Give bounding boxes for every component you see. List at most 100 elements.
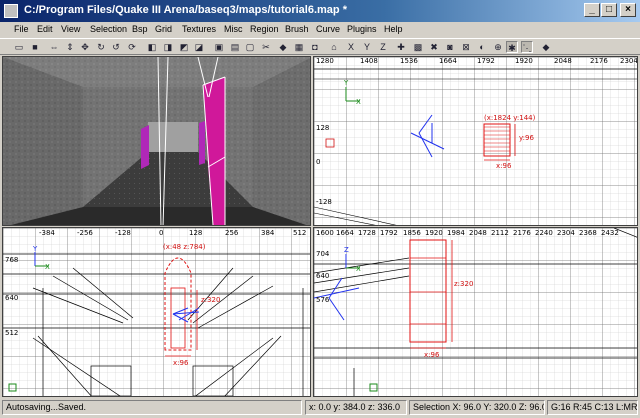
camera-render bbox=[3, 57, 310, 225]
status-selection-size: Selection X: 96.0 Y: 320.0 Z: 96.0 bbox=[409, 400, 545, 415]
menu-grid[interactable]: Grid bbox=[155, 24, 172, 34]
ruler-left-label: 768 bbox=[5, 256, 19, 264]
ruler-top-label: 0 bbox=[159, 229, 164, 237]
flip-z-icon[interactable]: ✥ bbox=[79, 41, 91, 53]
open-icon[interactable]: ▭ bbox=[13, 41, 25, 53]
status-message: Autosaving...Saved. bbox=[2, 400, 302, 415]
ruler-top-label: -384 bbox=[39, 229, 55, 237]
minimize-button[interactable]: _ bbox=[584, 3, 600, 17]
menu-selection[interactable]: Selection bbox=[90, 24, 127, 34]
ruler-top-label: 2176 bbox=[513, 229, 531, 237]
select-touching-icon[interactable]: ◨ bbox=[162, 41, 174, 53]
hollow-icon[interactable]: ▢ bbox=[244, 41, 256, 53]
rotate-z-icon[interactable]: ⟳ bbox=[126, 41, 138, 53]
cap-icon[interactable]: ◙ bbox=[444, 41, 456, 53]
texture-view-icon[interactable]: ▦ bbox=[293, 41, 305, 53]
ruler-top-label: 1920 bbox=[515, 57, 533, 65]
ruler-top-label: 512 bbox=[293, 229, 307, 237]
menu-misc[interactable]: Misc bbox=[224, 24, 243, 34]
flip-y-icon[interactable]: ⇕ bbox=[64, 41, 76, 53]
view-z-button[interactable]: Z bbox=[377, 41, 389, 53]
app-icon[interactable] bbox=[4, 4, 18, 18]
weld-icon[interactable]: ⊠ bbox=[460, 41, 472, 53]
axis-x-label: X bbox=[356, 98, 361, 106]
patch-icon[interactable]: ▩ bbox=[412, 41, 424, 53]
select-complete-icon[interactable]: ◧ bbox=[146, 41, 158, 53]
bend-icon[interactable]: ✖ bbox=[428, 41, 440, 53]
menu-bsp[interactable]: Bsp bbox=[132, 24, 148, 34]
ruler-top-label: 256 bbox=[225, 229, 239, 237]
ruler-top-label: 1664 bbox=[439, 57, 457, 65]
status-grid: G:16 R:45 C:13 L:MR bbox=[547, 400, 638, 415]
ruler-top-label: 2304 bbox=[620, 57, 638, 65]
ruler-top-label: 1600 bbox=[316, 229, 334, 237]
xz-view[interactable]: -384 -256 -128 0 128 256 384 512 768 640… bbox=[2, 227, 311, 397]
menu-curve[interactable]: Curve bbox=[316, 24, 340, 34]
ruler-top-label: 2048 bbox=[554, 57, 572, 65]
change-view-icon[interactable]: ◆ bbox=[277, 41, 289, 53]
save-icon[interactable]: ■ bbox=[29, 41, 41, 53]
camera-icon[interactable]: ◘ bbox=[309, 41, 321, 53]
ruler-top-label: 2112 bbox=[491, 229, 509, 237]
ruler-top-label: 2048 bbox=[469, 229, 487, 237]
selection-size-x: x:96 bbox=[173, 359, 189, 367]
show-angle-icon[interactable]: ✱ bbox=[506, 41, 518, 53]
selection-size-x: x:96 bbox=[496, 162, 512, 170]
menu-help[interactable]: Help bbox=[384, 24, 403, 34]
ruler-top-label: 1792 bbox=[477, 57, 495, 65]
rotate-x-icon[interactable]: ↻ bbox=[95, 41, 107, 53]
axis-y-label: Y bbox=[33, 245, 38, 253]
view-x-button[interactable]: X bbox=[345, 41, 357, 53]
xy-grid bbox=[314, 57, 637, 225]
axis-y-label: Y bbox=[344, 79, 349, 87]
maximize-button[interactable]: □ bbox=[601, 3, 617, 17]
menu-textures[interactable]: Textures bbox=[182, 24, 216, 34]
menu-edit[interactable]: Edit bbox=[37, 24, 53, 34]
selection-size-y: y:96 bbox=[519, 134, 534, 142]
selection-size-x: x:96 bbox=[424, 351, 440, 359]
toolbar: ▭ ■ ⇔ ⇕ ✥ ↻ ↺ ⟳ ◧ ◨ ◩ ◪ ▣ ▤ ▢ ✂ ◆ ▦ ◘ ⌂ … bbox=[0, 38, 640, 55]
window-title: C:/Program Files/Quake III Arena/baseq3/… bbox=[24, 4, 347, 16]
camera-view[interactable] bbox=[2, 56, 311, 226]
close-button[interactable]: × bbox=[620, 3, 636, 17]
selection-size-z: z:320 bbox=[454, 280, 474, 288]
rotate-y-icon[interactable]: ↺ bbox=[110, 41, 122, 53]
cubic-clip-icon[interactable]: ⌂ bbox=[328, 41, 340, 53]
csg-merge-icon[interactable]: ▤ bbox=[229, 41, 241, 53]
menu-view[interactable]: View bbox=[61, 24, 80, 34]
drill-icon[interactable]: ⊕ bbox=[492, 41, 504, 53]
axis-z-label: Z bbox=[344, 246, 349, 254]
xz-zoom-grid bbox=[314, 228, 637, 396]
ruler-top-label: 2368 bbox=[579, 229, 597, 237]
flip-x-icon[interactable]: ⇔ bbox=[48, 41, 60, 53]
view-y-button[interactable]: Y bbox=[361, 41, 373, 53]
ruler-left-label: 128 bbox=[316, 124, 330, 132]
status-position: x: 0.0 y: 384.0 z: 336.0 bbox=[305, 400, 407, 415]
select-inside-icon[interactable]: ◪ bbox=[193, 41, 205, 53]
menu-file[interactable]: File bbox=[14, 24, 29, 34]
vertex-icon[interactable]: ⋱ bbox=[521, 41, 533, 53]
menu-plugins[interactable]: Plugins bbox=[347, 24, 377, 34]
ruler-top-label: 1984 bbox=[447, 229, 465, 237]
ruler-top-label: 1792 bbox=[380, 229, 398, 237]
entity-icon[interactable]: ✚ bbox=[395, 41, 407, 53]
menu-brush[interactable]: Brush bbox=[285, 24, 309, 34]
menu-bar: File Edit View Selection Bsp Grid Textur… bbox=[0, 22, 640, 38]
select-partial-icon[interactable]: ◩ bbox=[178, 41, 190, 53]
menu-region[interactable]: Region bbox=[250, 24, 279, 34]
ruler-left-label: 704 bbox=[316, 250, 330, 258]
thicken-icon[interactable]: ◐ bbox=[476, 41, 488, 53]
selection-coords: (x:48 z:784) bbox=[163, 243, 206, 251]
xy-view[interactable]: 1280 1408 1536 1664 1792 1920 2048 2176 … bbox=[313, 56, 638, 226]
ruler-top-label: 1408 bbox=[360, 57, 378, 65]
ruler-top-label: 128 bbox=[189, 229, 203, 237]
ruler-top-label: 1536 bbox=[400, 57, 418, 65]
ruler-top-label: 2240 bbox=[535, 229, 553, 237]
csg-subtract-icon[interactable]: ▣ bbox=[213, 41, 225, 53]
region-icon[interactable]: ◆ bbox=[540, 41, 552, 53]
xz-zoom-view[interactable]: 1600 1664 1728 1792 1856 1920 1984 2048 … bbox=[313, 227, 638, 397]
ruler-left-label: 640 bbox=[316, 272, 330, 280]
clipper-icon[interactable]: ✂ bbox=[260, 41, 272, 53]
ruler-left-label: 640 bbox=[5, 294, 19, 302]
ruler-top-label: 2432 bbox=[601, 229, 619, 237]
